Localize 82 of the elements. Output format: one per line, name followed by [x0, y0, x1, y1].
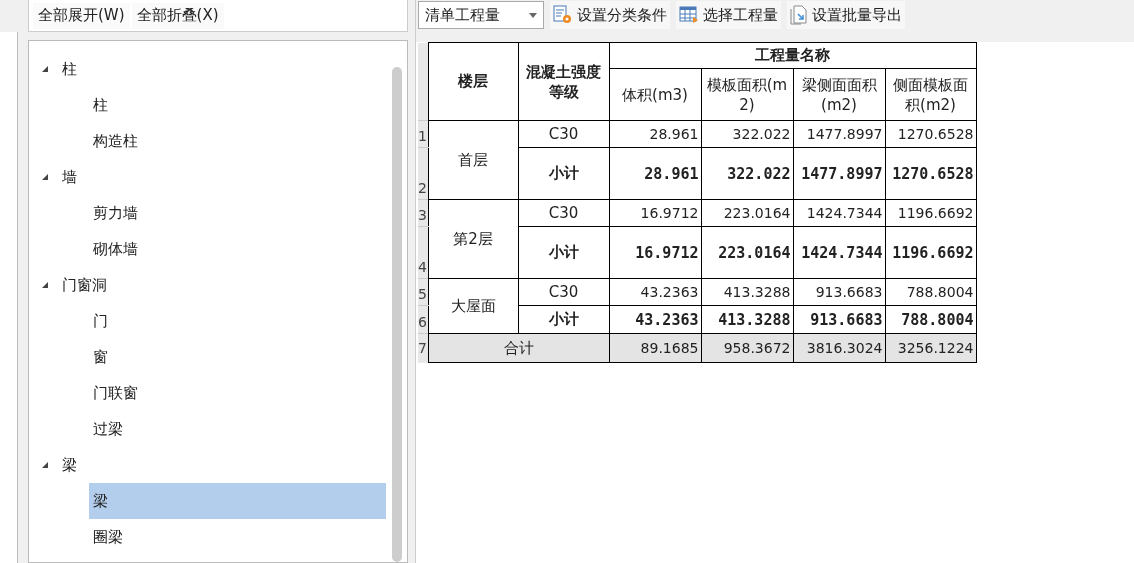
table-cell: 小计: [518, 226, 609, 279]
column-header: 混凝土强度等级: [518, 42, 609, 121]
scrollbar[interactable]: [392, 67, 402, 562]
table-cell: 1196.6692: [885, 226, 976, 279]
row-number: 5: [418, 278, 428, 306]
tree-node[interactable]: 门窗洞: [39, 267, 392, 303]
row-number: 3: [418, 199, 428, 227]
tree-node-label: 门窗洞: [62, 274, 107, 296]
table-cell: 788.8004: [885, 305, 976, 334]
toolbar-button[interactable]: 设置分类条件: [550, 1, 670, 29]
row-number: 4: [418, 226, 428, 279]
tree-item[interactable]: 圈梁: [89, 519, 386, 555]
table-cell: 1424.7344: [793, 199, 885, 227]
table-cell: 16.9712: [609, 226, 701, 279]
table-cell: C30: [518, 120, 609, 148]
export-document-icon: [790, 5, 808, 25]
tree-item[interactable]: 砌体墙: [89, 231, 386, 267]
table-gear-icon: [553, 5, 573, 25]
table-cell: 413.3288: [701, 305, 793, 334]
tree-node-label: 梁: [62, 454, 77, 476]
table-cell: 1477.8997: [793, 147, 885, 200]
expand-triangle-icon[interactable]: [41, 461, 49, 469]
table-cell: 89.1685: [609, 333, 701, 363]
toolbar-button[interactable]: 选择工程量: [676, 1, 781, 29]
table-cell: 322.022: [701, 120, 793, 148]
table-cell: 322.022: [701, 147, 793, 200]
tree-item[interactable]: 梁: [89, 483, 386, 519]
tree-item[interactable]: 构造柱: [89, 123, 386, 159]
toolbar-button[interactable]: 全部折叠(X): [131, 2, 224, 29]
tree-item[interactable]: 过梁: [89, 411, 386, 447]
grid-icon: [679, 6, 699, 24]
table-cell: 913.6683: [793, 305, 885, 334]
toolbar-button[interactable]: 全部展开(W): [33, 2, 130, 29]
column-group-header: 工程量名称: [609, 42, 976, 69]
table-cell: 223.0164: [701, 199, 793, 227]
tree-item[interactable]: 剪力墙: [89, 195, 386, 231]
row-number: 6: [418, 305, 428, 334]
table-cell: 3816.3024: [793, 333, 885, 363]
tree-node[interactable]: 柱: [39, 51, 392, 87]
table-cell: 3256.1224: [885, 333, 976, 363]
table-cell: 958.3672: [701, 333, 793, 363]
column-header: 楼层: [428, 42, 518, 121]
expand-triangle-icon[interactable]: [41, 173, 49, 181]
table-cell: 913.6683: [793, 278, 885, 306]
tree-item[interactable]: 门联窗: [89, 375, 386, 411]
table-cell: 28.961: [609, 147, 701, 200]
table-cell: 小计: [518, 147, 609, 200]
table-cell: 1270.6528: [885, 147, 976, 200]
column-header: 梁侧面面积(m2): [793, 68, 885, 121]
table-cell: 223.0164: [701, 226, 793, 279]
quantity-type-dropdown[interactable]: 清单工程量: [418, 1, 544, 29]
row-number: 7: [418, 333, 428, 363]
table-cell: 合计: [428, 333, 609, 363]
table-cell: 28.961: [609, 120, 701, 148]
table-cell: 1477.8997: [793, 120, 885, 148]
table-cell: 788.8004: [885, 278, 976, 306]
expand-triangle-icon[interactable]: [41, 65, 49, 73]
row-number: 1: [418, 120, 428, 148]
table-cell: 小计: [518, 305, 609, 334]
table-cell: 1270.6528: [885, 120, 976, 148]
table-cell: 43.2363: [609, 278, 701, 306]
toolbar-button[interactable]: 设置批量导出: [787, 1, 905, 29]
table-cell: 1424.7344: [793, 226, 885, 279]
tree-item[interactable]: 柱: [89, 87, 386, 123]
dropdown-caret-icon: [529, 12, 537, 18]
row-number: 2: [418, 147, 428, 200]
tree-node-label: 墙: [62, 166, 77, 188]
table-cell: 16.9712: [609, 199, 701, 227]
column-header: 模板面积(m2): [701, 68, 793, 121]
expand-triangle-icon[interactable]: [41, 281, 49, 289]
table-cell: C30: [518, 199, 609, 227]
tree-node[interactable]: 墙: [39, 159, 392, 195]
tree-node[interactable]: 梁: [39, 447, 392, 483]
table-cell: C30: [518, 278, 609, 306]
table-cell: 413.3288: [701, 278, 793, 306]
column-header: 侧面模板面积(m2): [885, 68, 976, 121]
column-header: 体积(m3): [609, 68, 701, 121]
tree-item[interactable]: 窗: [89, 339, 386, 375]
tree-node-label: 柱: [62, 58, 77, 80]
table-cell: 1196.6692: [885, 199, 976, 227]
table-cell: 43.2363: [609, 305, 701, 334]
tree-item[interactable]: 门: [89, 303, 386, 339]
